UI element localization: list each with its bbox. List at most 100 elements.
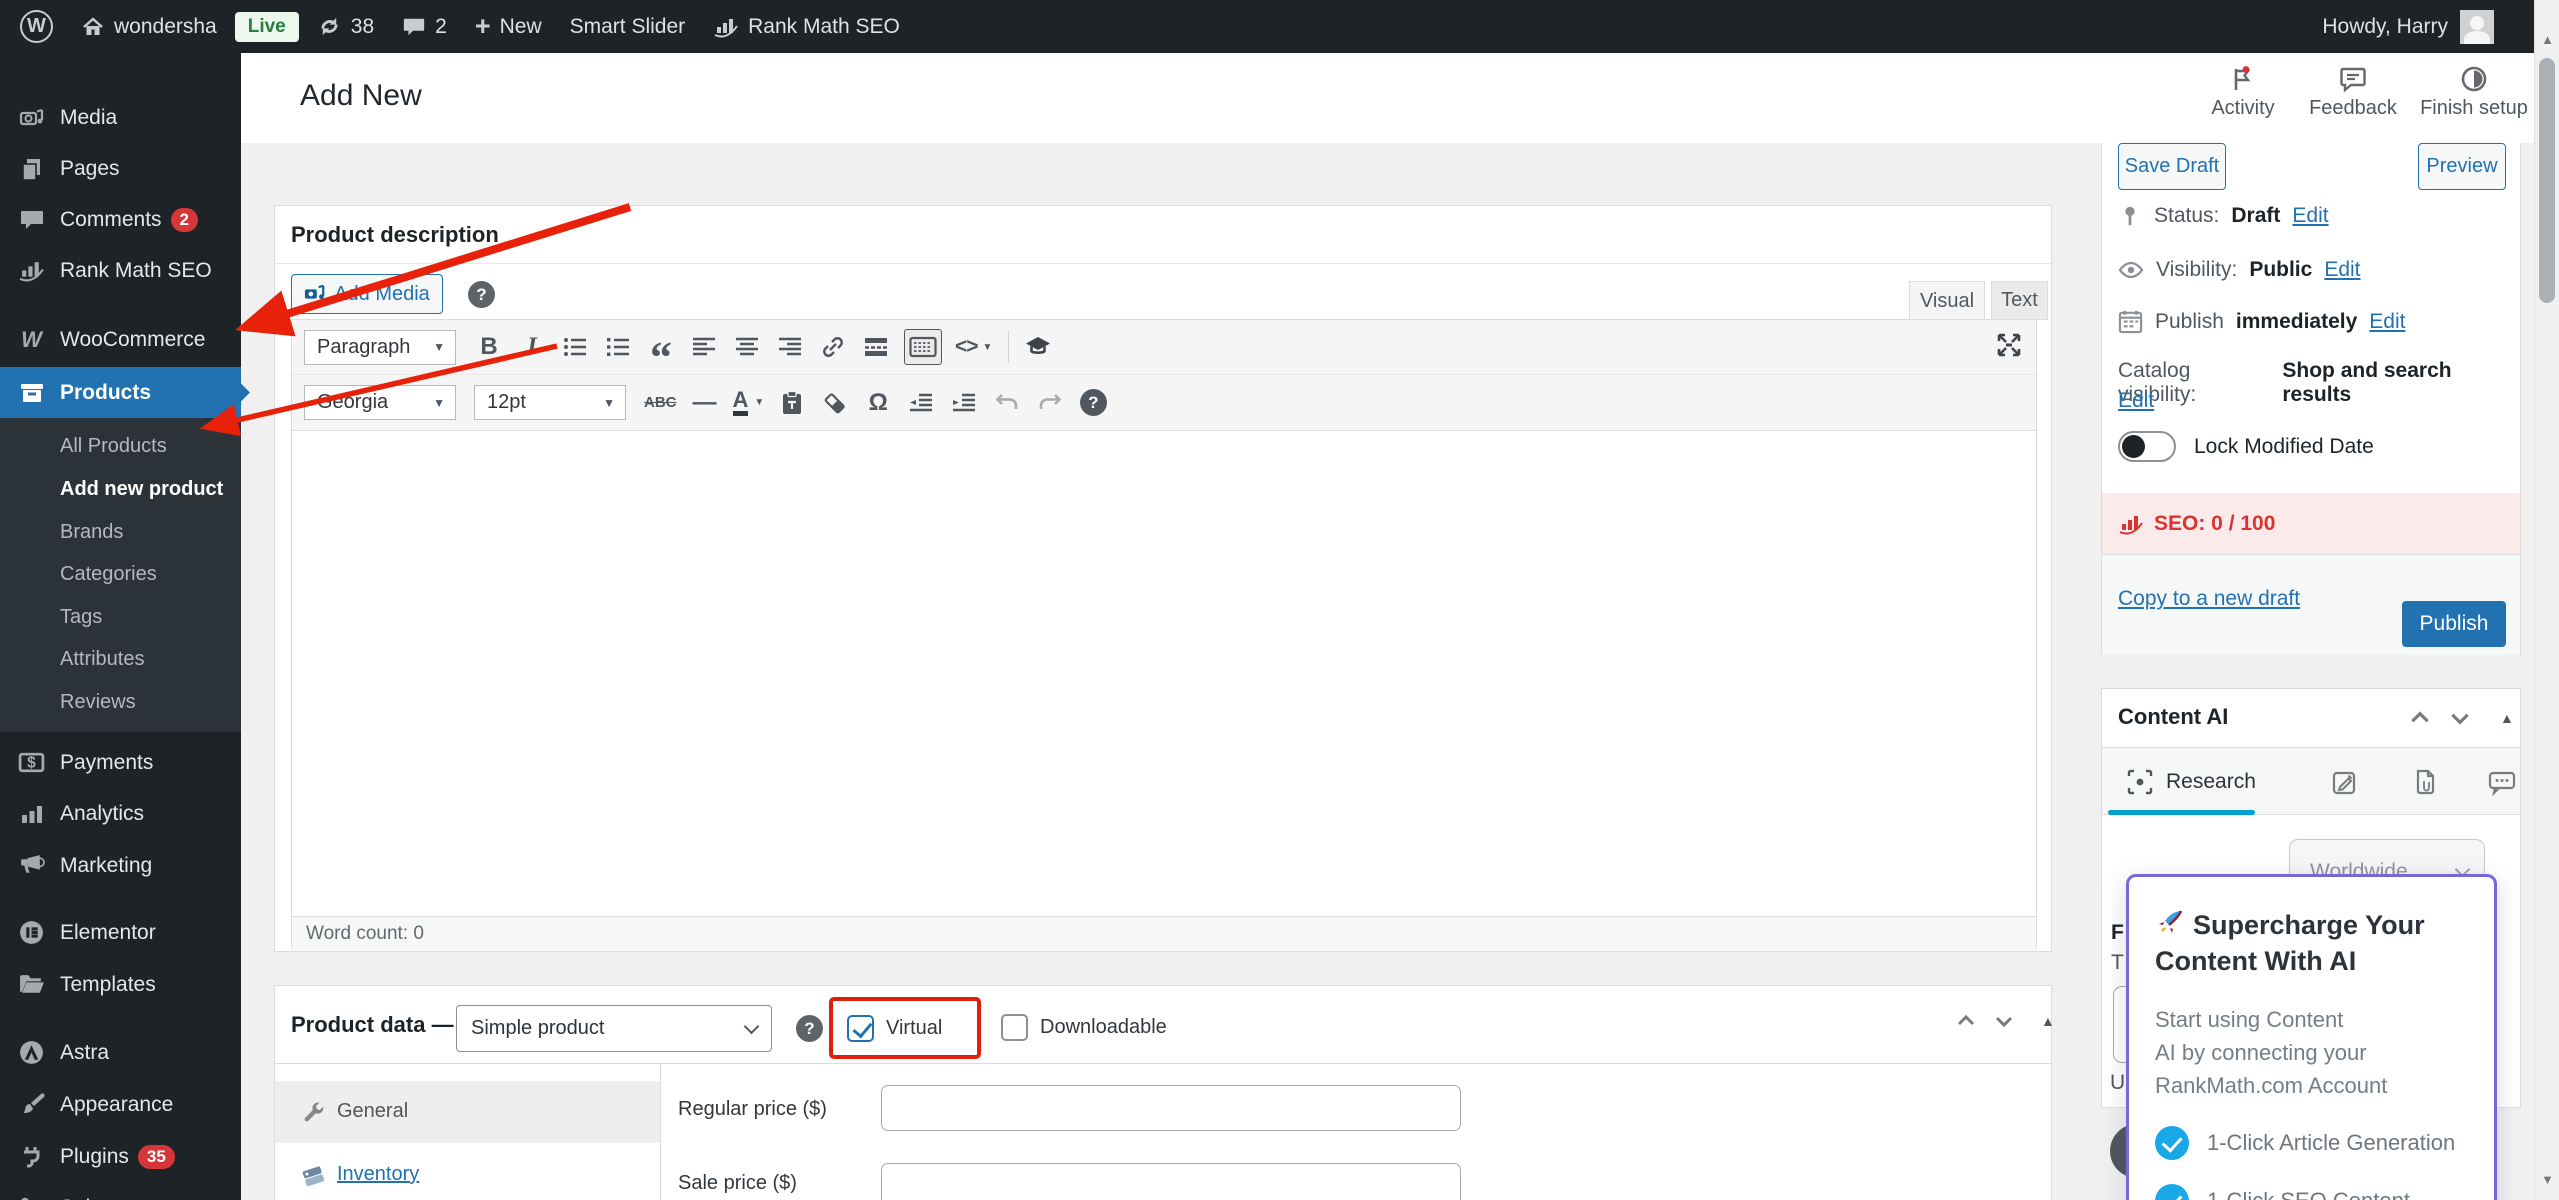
paragraph-select[interactable]: Paragraph▼ [304,330,456,365]
product-type-select[interactable]: Simple product [456,1005,772,1052]
comments-menu[interactable]: 2 [402,15,447,39]
edit-visibility-link[interactable]: Edit [2324,258,2360,282]
sidebar-item-add-new-product[interactable]: Add new product [0,468,241,511]
align-left-button[interactable] [689,329,719,365]
edit-catalog-link[interactable]: Edit [2118,389,2154,413]
sidebar-item-payments[interactable]: $ Payments [0,737,241,788]
clear-formatting-button[interactable] [820,385,850,421]
font-family-select[interactable]: Georgia▼ [304,385,456,420]
document-icon[interactable] [2411,768,2439,796]
undo-button[interactable] [992,385,1022,421]
redo-button[interactable] [1035,385,1065,421]
browser-scrollbar[interactable]: ▲ ▼ [2534,0,2559,1200]
font-size-select[interactable]: 12pt▼ [474,385,626,420]
preview-button[interactable]: Preview [2418,143,2506,190]
lock-modified-toggle[interactable] [2118,431,2176,462]
wordpress-logo-icon[interactable]: W [20,10,53,43]
sidebar-item-appearance[interactable]: Appearance [0,1079,241,1130]
panel-header[interactable]: Product description [275,206,2051,264]
write-icon[interactable] [2331,768,2359,796]
indent-button[interactable] [949,385,979,421]
read-more-button[interactable] [861,329,891,365]
scroll-up-arrow[interactable]: ▲ [2535,32,2559,47]
finish-setup-button[interactable]: Finish setup [2409,65,2539,120]
regular-price-label: Regular price ($) [678,1098,827,1121]
new-menu[interactable]: + New [475,11,542,42]
tab-research[interactable]: Research [2126,768,2256,796]
template-cap-icon-button[interactable] [1023,329,1053,365]
sidebar-item-elementor[interactable]: Elementor [0,907,241,958]
toolbar-toggle-button[interactable] [904,329,942,365]
blockquote-button[interactable]: “ [646,340,676,376]
text-color-button[interactable]: A▼ [733,385,765,421]
numbered-list-button[interactable] [603,329,633,365]
fullscreen-icon[interactable] [1996,332,2022,358]
sidebar-item-astra[interactable]: Astra [0,1027,241,1078]
special-char-button[interactable]: Ω [863,385,893,421]
move-down-icon[interactable] [1993,1010,2015,1032]
sidebar-item-all-products[interactable]: All Products [0,425,241,468]
sidebar-item-products[interactable]: Products [0,367,241,418]
save-draft-button[interactable]: Save Draft [2118,143,2226,190]
italic-button[interactable]: I [517,329,547,365]
bullet-list-button[interactable] [560,329,590,365]
edit-status-link[interactable]: Edit [2292,204,2328,228]
sidebar-item-rank-math[interactable]: Rank Math SEO [0,245,241,296]
sidebar-item-comments[interactable]: Comments 2 [0,194,241,245]
paste-as-text-button[interactable] [777,385,807,421]
account-menu[interactable]: Howdy, Harry [2322,0,2494,53]
align-center-button[interactable] [732,329,762,365]
sidebar-item-attributes[interactable]: Attributes [0,638,241,681]
publish-button[interactable]: Publish [2402,601,2506,647]
scroll-down-arrow[interactable]: ▼ [2535,1172,2559,1187]
sidebar-item-templates[interactable]: Templates [0,959,241,1010]
product-data-help-icon[interactable]: ? [796,1015,823,1042]
sidebar-item-marketing[interactable]: Marketing [0,840,241,891]
regular-price-input[interactable] [881,1085,1461,1131]
virtual-checkbox[interactable] [847,1015,874,1042]
sidebar-item-categories[interactable]: Categories [0,553,241,596]
chat-dots-icon[interactable] [2488,770,2516,796]
sidebar-item-brands[interactable]: Brands [0,511,241,554]
tab-inventory[interactable]: Inventory [275,1144,660,1200]
sale-price-input[interactable] [881,1163,1461,1200]
collapse-toggle-icon[interactable]: ▲ [2500,710,2514,726]
caret-down-icon: ▼ [603,396,615,410]
seo-score-band[interactable]: SEO: 0 / 100 [2102,493,2520,554]
downloadable-checkbox[interactable] [1001,1014,1028,1041]
align-right-button[interactable] [775,329,805,365]
add-media-button[interactable]: Add Media [291,274,443,314]
outdent-button[interactable] [906,385,936,421]
copy-to-draft-link[interactable]: Copy to a new draft [2118,587,2300,611]
move-up-icon[interactable] [2408,706,2432,730]
toolbar-help-button[interactable]: ? [1078,385,1108,421]
feedback-button[interactable]: Feedback [2288,65,2418,120]
tab-general[interactable]: General [275,1081,660,1143]
edit-schedule-link[interactable]: Edit [2369,310,2405,334]
tab-text[interactable]: Text [1991,281,2048,320]
bold-button[interactable]: B [474,329,504,365]
sidebar-item-woocommerce[interactable]: W WooCommerce [0,314,241,365]
editor-content-area[interactable] [292,431,2036,916]
sidebar-item-media[interactable]: Media [0,92,241,143]
updates-menu[interactable]: 38 [317,14,374,39]
sidebar-item-pages[interactable]: Pages [0,143,241,194]
sidebar-item-snippets[interactable]: Snippets [0,1182,241,1200]
site-menu[interactable]: wondersha [81,15,217,39]
horizontal-rule-button[interactable]: — [690,385,720,421]
sidebar-item-plugins[interactable]: Plugins 35 [0,1131,241,1182]
move-up-icon[interactable] [1955,1010,1977,1032]
sidebar-item-analytics[interactable]: Analytics [0,788,241,839]
move-down-icon[interactable] [2448,706,2472,730]
sidebar-item-reviews[interactable]: Reviews [0,681,241,724]
strikethrough-button[interactable]: ABC [644,385,677,421]
collapse-toggle-icon[interactable]: ▲ [2041,1013,2055,1029]
smart-slider-menu[interactable]: Smart Slider [570,15,686,39]
sidebar-item-tags[interactable]: Tags [0,596,241,639]
scrollbar-thumb[interactable] [2539,58,2555,303]
rank-math-menu[interactable]: Rank Math SEO [713,14,900,40]
link-button[interactable] [818,329,848,365]
tab-visual[interactable]: Visual [1909,281,1985,320]
editor-help-icon[interactable]: ? [468,281,495,308]
code-button[interactable]: <>▼ [955,329,991,365]
